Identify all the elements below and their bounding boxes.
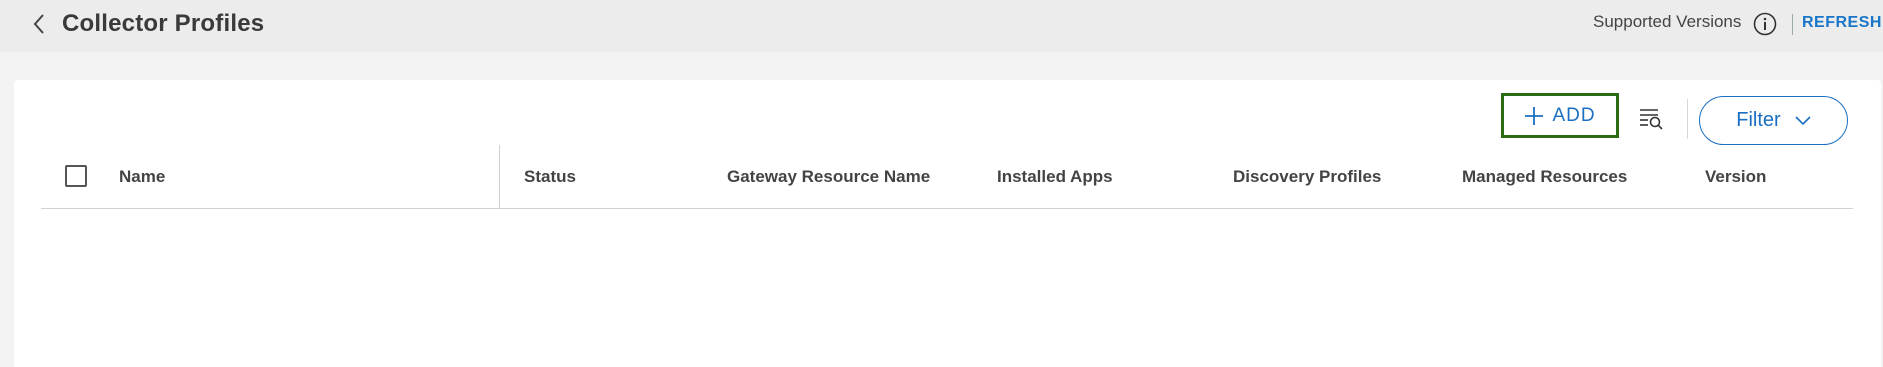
column-header-discovery-profiles[interactable]: Discovery Profiles — [1233, 167, 1381, 187]
info-circle-icon — [1753, 12, 1777, 36]
toolbar-divider — [1687, 99, 1688, 139]
column-header-gateway-resource-name[interactable]: Gateway Resource Name — [727, 167, 930, 187]
top-bar: Collector Profiles Supported Versions RE… — [0, 0, 1883, 52]
refresh-button[interactable]: REFRESH — [1802, 14, 1882, 32]
add-button[interactable]: ADD — [1501, 93, 1619, 138]
select-all-checkbox[interactable] — [65, 165, 87, 187]
filter-button-label: Filter — [1736, 109, 1781, 131]
page-title: Collector Profiles — [62, 10, 265, 37]
add-button-label: ADD — [1552, 104, 1596, 126]
chevron-left-icon — [33, 14, 44, 34]
chevron-down-icon — [1795, 115, 1811, 125]
supported-versions-label[interactable]: Supported Versions — [1593, 12, 1741, 32]
back-button[interactable] — [26, 10, 52, 38]
column-header-name[interactable]: Name — [119, 167, 165, 187]
table-header: Name Status Gateway Resource Name Instal… — [41, 145, 1853, 209]
search-list-button[interactable] — [1638, 106, 1664, 130]
column-header-status[interactable]: Status — [524, 167, 576, 187]
column-resize-handle[interactable] — [499, 145, 500, 208]
column-header-managed-resources[interactable]: Managed Resources — [1462, 167, 1627, 187]
column-header-version[interactable]: Version — [1705, 167, 1766, 187]
plus-icon — [1525, 106, 1544, 125]
column-header-installed-apps[interactable]: Installed Apps — [997, 167, 1113, 187]
filter-button[interactable]: Filter — [1699, 96, 1848, 145]
topbar-divider — [1792, 14, 1793, 35]
list-search-icon — [1640, 109, 1663, 130]
info-button[interactable] — [1752, 11, 1778, 37]
